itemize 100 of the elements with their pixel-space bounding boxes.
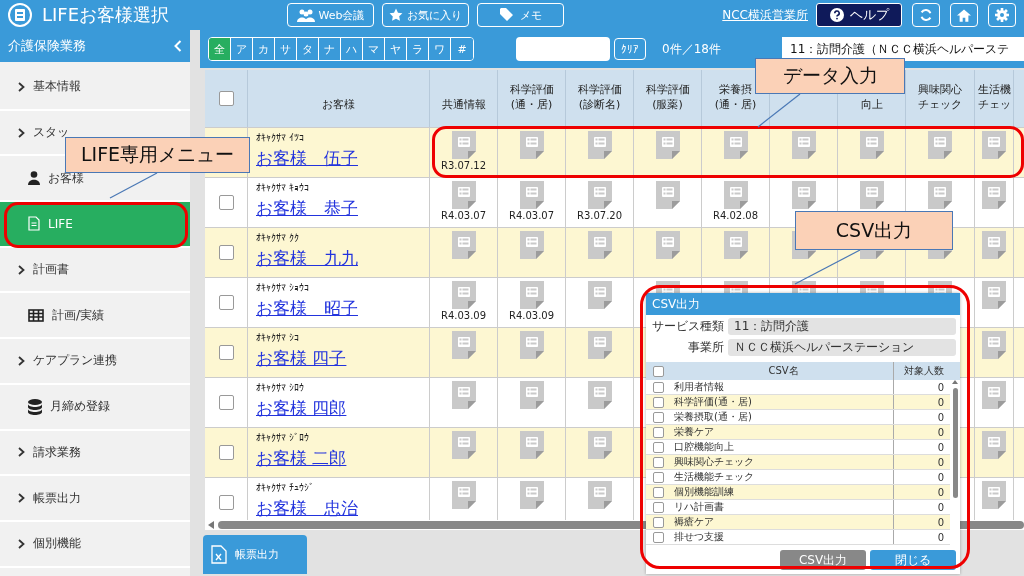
- sheet-icon[interactable]: [451, 231, 476, 259]
- sheet-icon[interactable]: [982, 381, 1006, 409]
- sheet-icon[interactable]: [587, 331, 612, 359]
- sheet-icon[interactable]: [928, 181, 952, 209]
- checkbox[interactable]: [218, 245, 234, 260]
- sheet-icon[interactable]: [587, 181, 612, 209]
- checkbox[interactable]: [652, 411, 664, 423]
- refresh-button[interactable]: [912, 3, 940, 27]
- sheet-icon[interactable]: [519, 431, 544, 459]
- sheet-icon[interactable]: [655, 231, 680, 259]
- sidebar-item[interactable]: 個別機能: [0, 521, 190, 568]
- checkbox[interactable]: [218, 445, 234, 460]
- checkbox[interactable]: [652, 456, 664, 468]
- checkbox[interactable]: [652, 531, 664, 543]
- sheet-icon[interactable]: [791, 181, 816, 209]
- sheet-icon[interactable]: [519, 131, 544, 159]
- customer-name-link[interactable]: お客様 九九: [256, 247, 429, 270]
- sheet-icon[interactable]: [982, 131, 1006, 159]
- office-link[interactable]: NCC横浜営業所: [722, 6, 808, 24]
- sheet-icon[interactable]: [587, 431, 612, 459]
- checkbox[interactable]: [652, 486, 664, 498]
- sheet-icon[interactable]: [451, 281, 476, 309]
- customer-name-link[interactable]: お客様 忠治: [256, 497, 429, 520]
- sheet-icon[interactable]: [451, 481, 476, 509]
- sheet-icon[interactable]: [519, 381, 544, 409]
- customer-name-link[interactable]: お客様 二郎: [256, 447, 429, 470]
- sheet-icon[interactable]: [791, 131, 816, 159]
- customer-name-link[interactable]: お客様 四郎: [256, 397, 429, 420]
- sheet-icon[interactable]: [519, 481, 544, 509]
- checkbox[interactable]: [652, 396, 664, 408]
- field-value: 11：訪問介護: [728, 318, 956, 335]
- sheet-icon[interactable]: [723, 131, 748, 159]
- sheet-icon[interactable]: [451, 381, 476, 409]
- sheet-icon[interactable]: [587, 481, 612, 509]
- sheet-icon[interactable]: [982, 181, 1006, 209]
- checkbox[interactable]: [218, 395, 234, 410]
- sidebar-item[interactable]: 計画/実績: [0, 293, 190, 340]
- checkbox[interactable]: [652, 471, 664, 483]
- sheet-icon[interactable]: [519, 181, 544, 209]
- favorites-button[interactable]: お気に入り: [382, 3, 469, 27]
- checkbox[interactable]: [218, 195, 234, 210]
- checkbox[interactable]: [652, 365, 664, 377]
- customer-name-link[interactable]: お客様 四子: [256, 347, 429, 370]
- help-button[interactable]: ヘルプ: [816, 3, 902, 27]
- chevron-right-icon: [18, 538, 25, 549]
- checkbox[interactable]: [652, 426, 664, 438]
- customer-name-link[interactable]: お客様 昭子: [256, 297, 429, 320]
- checkbox[interactable]: [218, 345, 234, 360]
- star-icon: [389, 8, 403, 22]
- search-field[interactable]: [516, 37, 610, 61]
- checkbox[interactable]: [218, 91, 234, 106]
- sheet-icon[interactable]: [928, 131, 952, 159]
- sheet-icon[interactable]: [451, 431, 476, 459]
- sheet-icon[interactable]: [451, 181, 476, 209]
- sheet-icon[interactable]: [587, 131, 612, 159]
- settings-button[interactable]: [988, 3, 1016, 27]
- sidebar-item[interactable]: ケアプラン連携: [0, 339, 190, 385]
- sheet-icon[interactable]: [723, 181, 748, 209]
- sidebar-item[interactable]: 月締め登録: [0, 384, 190, 431]
- checkbox[interactable]: [652, 381, 664, 393]
- sheet-icon[interactable]: [655, 181, 680, 209]
- sheet-icon[interactable]: [982, 231, 1006, 259]
- sheet-icon[interactable]: [859, 181, 884, 209]
- home-button[interactable]: [950, 3, 978, 27]
- sidebar-item[interactable]: 計画書: [0, 247, 190, 294]
- service-select[interactable]: 11：訪問介護（ＮＣＣ横浜ヘルパーステ: [782, 37, 1024, 61]
- sheet-icon[interactable]: [655, 131, 680, 159]
- sheet-icon[interactable]: [982, 281, 1006, 309]
- checkbox[interactable]: [652, 501, 664, 513]
- sidebar-item[interactable]: 帳票出力: [0, 476, 190, 522]
- customer-name-link[interactable]: お客様 伍子: [256, 147, 429, 170]
- checkbox[interactable]: [652, 516, 664, 528]
- sidebar-item[interactable]: 基本情報: [0, 65, 190, 111]
- sheet-icon[interactable]: [519, 231, 544, 259]
- collapse-icon[interactable]: [174, 40, 182, 52]
- memo-button[interactable]: メモ: [477, 3, 564, 27]
- sheet-icon[interactable]: [982, 481, 1006, 509]
- sheet-icon[interactable]: [982, 431, 1006, 459]
- letter-tab[interactable]: 全: [209, 38, 231, 60]
- scroll-left-icon[interactable]: [208, 521, 214, 529]
- web-meeting-button[interactable]: Web会議: [287, 3, 374, 27]
- sheet-icon[interactable]: [723, 231, 748, 259]
- sheet-icon[interactable]: [451, 331, 476, 359]
- sheet-icon[interactable]: [451, 131, 476, 159]
- sheet-icon[interactable]: [859, 131, 884, 159]
- sidebar-item[interactable]: 請求業務: [0, 430, 190, 477]
- sheet-icon[interactable]: [587, 281, 612, 309]
- checkbox[interactable]: [652, 441, 664, 453]
- sheet-icon[interactable]: [519, 281, 544, 309]
- clear-button[interactable]: ｸﾘｱ: [614, 38, 646, 60]
- customer-name-link[interactable]: お客様 恭子: [256, 197, 429, 220]
- sheet-icon[interactable]: [587, 231, 612, 259]
- report-output-button[interactable]: 帳票出力: [203, 535, 307, 574]
- sheet-icon[interactable]: [587, 381, 612, 409]
- sheet-icon[interactable]: [519, 331, 544, 359]
- sheet-icon[interactable]: [982, 331, 1006, 359]
- scrollbar-thumb[interactable]: [952, 388, 958, 498]
- checkbox[interactable]: [218, 295, 234, 310]
- checkbox[interactable]: [218, 495, 234, 510]
- callout-tooltip: LIFE専用メニュー: [65, 137, 250, 173]
